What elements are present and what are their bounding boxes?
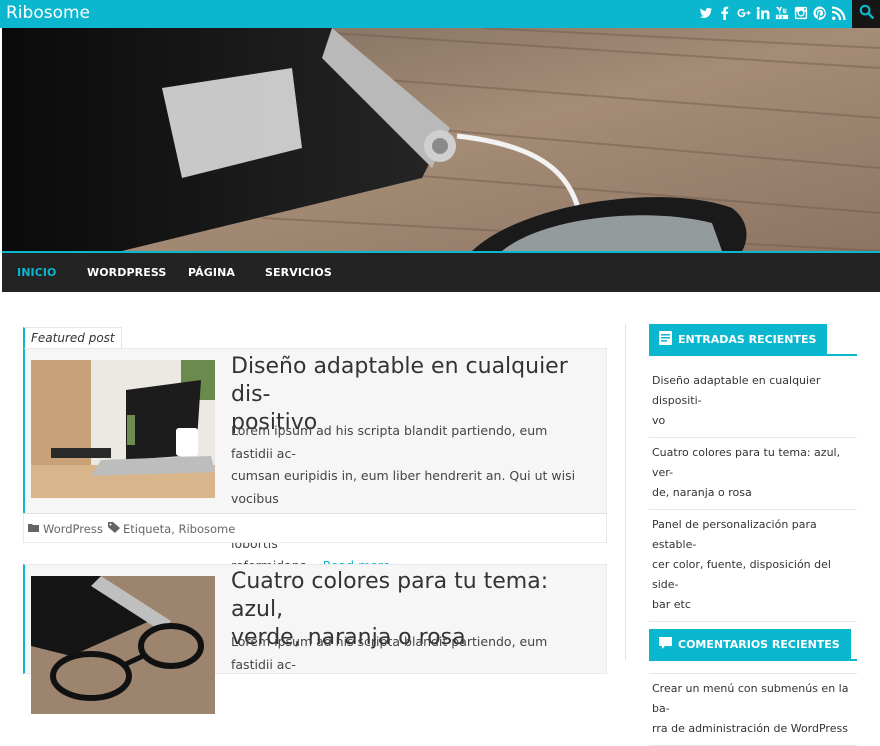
column-divider — [625, 324, 626, 660]
recent-post-link[interactable]: Panel de personalización para estable- c… — [649, 510, 857, 622]
post-excerpt: Lorem ipsum ad his scripta blandit parti… — [231, 420, 589, 578]
recent-posts-widget-title: ENTRADAS RECIENTES — [649, 324, 828, 355]
nav-item-inicio[interactable]: INICIO — [17, 266, 57, 279]
featured-post-label: Featured post — [23, 327, 122, 349]
recent-post-link[interactable]: Crear un menú con submenús en la ba- rra… — [649, 674, 857, 746]
category-link[interactable]: WordPress — [43, 522, 103, 536]
tag-icon — [108, 522, 120, 536]
youtube-icon[interactable] — [775, 6, 789, 20]
nav-item-wordpress[interactable]: WORDPRESS — [87, 266, 166, 279]
recent-comments-widget-header: COMENTARIOS RECIENTES — [649, 629, 857, 661]
recent-post-link[interactable]: Diseño adaptable en cualquier dispositi-… — [649, 366, 857, 438]
google-plus-icon[interactable] — [737, 6, 751, 20]
recent-posts-widget-header: ENTRADAS RECIENTES — [649, 324, 857, 356]
nav-item-pagina[interactable]: PÁGINA — [188, 266, 235, 279]
comment-icon — [659, 636, 672, 653]
pinterest-icon[interactable] — [813, 6, 827, 20]
main-navigation: INICIO WORDPRESS PÁGINA SERVICIOS — [2, 251, 880, 292]
search-icon — [859, 4, 874, 24]
post-excerpt: Lorem ipsum ad his scripta blandit parti… — [231, 634, 548, 672]
top-bar: Ribosome — [0, 0, 880, 28]
linkedin-icon[interactable] — [756, 6, 770, 20]
document-icon — [659, 331, 672, 348]
post-thumbnail[interactable] — [31, 360, 215, 498]
recent-posts-list: Diseño adaptable en cualquier dispositi-… — [649, 366, 857, 746]
rss-icon[interactable] — [832, 6, 846, 20]
widget-title-text: COMENTARIOS RECIENTES — [678, 638, 840, 651]
social-links — [699, 6, 846, 20]
recent-post-link[interactable]: Cuatro colores para tu tema: azul, ver- … — [649, 438, 857, 510]
twitter-icon[interactable] — [699, 6, 713, 20]
facebook-icon[interactable] — [718, 6, 732, 20]
site-title[interactable]: Ribosome — [6, 3, 90, 23]
excerpt-text: Lorem ipsum ad his scripta blandit parti… — [231, 423, 576, 573]
search-button[interactable] — [852, 0, 880, 28]
post-meta: WordPress Etiqueta, Ribosome — [23, 513, 607, 543]
folder-icon — [28, 522, 40, 536]
tags-link[interactable]: Etiqueta, Ribosome — [123, 522, 235, 536]
post-tags: Etiqueta, Ribosome — [108, 522, 235, 536]
recent-comments-widget-title: COMENTARIOS RECIENTES — [649, 629, 851, 660]
header-image — [2, 28, 880, 251]
post-card: Diseño adaptable en cualquier dis- posit… — [23, 348, 607, 573]
nav-item-servicios[interactable]: SERVICIOS — [265, 266, 332, 279]
post-category: WordPress — [28, 522, 103, 536]
widget-title-text: ENTRADAS RECIENTES — [678, 333, 817, 346]
post-card: Cuatro colores para tu tema: azul, verde… — [23, 564, 607, 714]
post-thumbnail[interactable] — [31, 576, 215, 714]
instagram-icon[interactable] — [794, 6, 808, 20]
